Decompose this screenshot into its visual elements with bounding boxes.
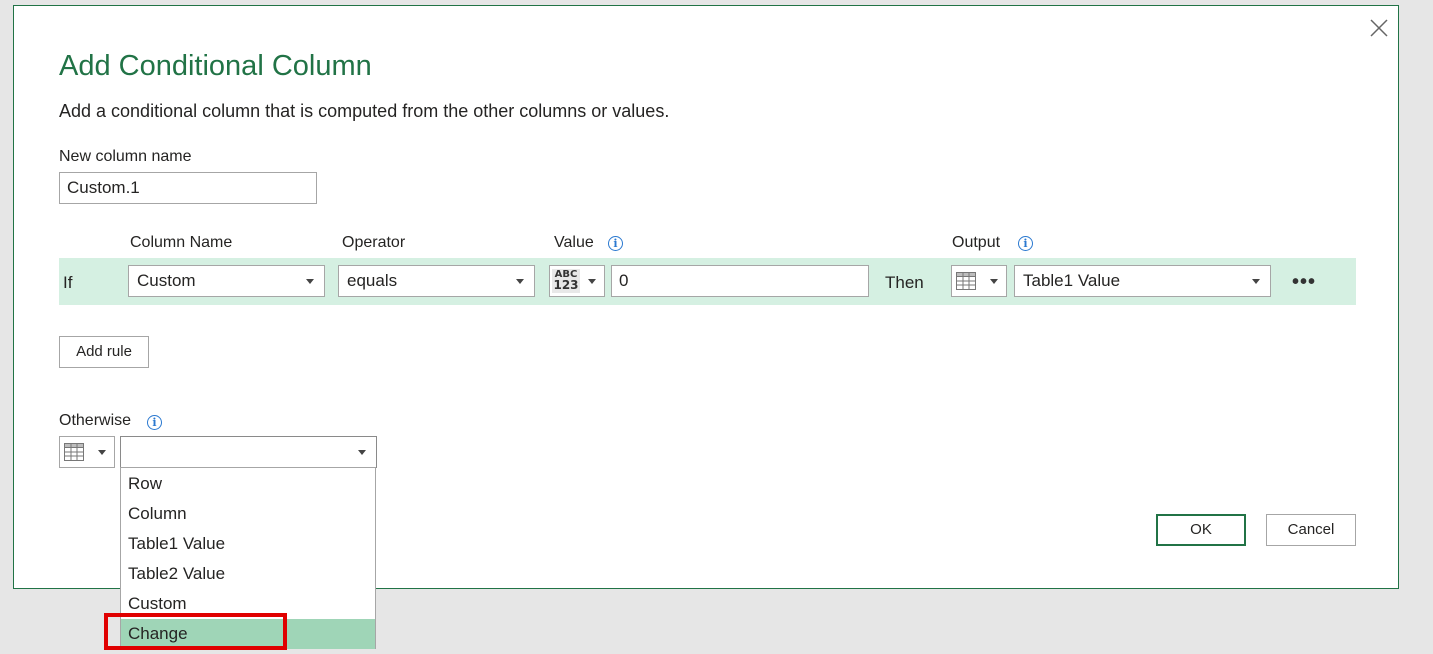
output-type-button[interactable] <box>951 265 1007 297</box>
otherwise-type-button[interactable] <box>59 436 115 468</box>
option-table2-value[interactable]: Table2 Value <box>121 559 375 589</box>
chevron-down-icon <box>98 450 106 455</box>
otherwise-dropdown[interactable] <box>120 436 377 468</box>
new-column-name-label: New column name <box>59 148 192 165</box>
if-label: If <box>63 273 73 292</box>
option-table1-value[interactable]: Table1 Value <box>121 529 375 559</box>
table-icon <box>64 443 84 461</box>
dialog-title: Add Conditional Column <box>59 50 372 82</box>
column-name-value: Custom <box>137 271 196 290</box>
output-dropdown[interactable]: Table1 Value <box>1014 265 1271 297</box>
option-column[interactable]: Column <box>121 499 375 529</box>
chevron-down-icon <box>588 279 596 284</box>
column-name-dropdown[interactable]: Custom <box>128 265 325 297</box>
chevron-down-icon <box>306 279 314 284</box>
new-column-name-input[interactable]: Custom.1 <box>59 172 317 204</box>
chevron-down-icon <box>358 450 366 455</box>
otherwise-label: Otherwise <box>59 412 132 429</box>
value-header: Value <box>554 234 594 251</box>
operator-value: equals <box>347 271 398 290</box>
output-value: Table1 Value <box>1023 271 1121 290</box>
abc-123-icon: ABC 123 <box>552 269 580 293</box>
more-options-icon[interactable]: ••• <box>1292 272 1316 292</box>
value-info-icon[interactable]: i <box>608 236 623 251</box>
output-info-icon[interactable]: i <box>1018 236 1033 251</box>
chevron-down-icon <box>1252 279 1260 284</box>
abc-icon-bottom: 123 <box>553 278 579 292</box>
otherwise-info-icon[interactable]: i <box>147 415 162 430</box>
option-row[interactable]: Row <box>121 469 375 499</box>
chevron-down-icon <box>990 279 998 284</box>
column-name-header: Column Name <box>130 234 233 251</box>
operator-header: Operator <box>342 234 406 251</box>
rule-row: If Custom equals ABC 123 0 Then Table1 V… <box>59 258 1356 305</box>
output-header: Output <box>952 234 1001 251</box>
ok-button[interactable]: OK <box>1156 514 1246 546</box>
close-icon[interactable] <box>1367 16 1391 40</box>
dialog-subtitle: Add a conditional column that is compute… <box>59 101 670 121</box>
chevron-down-icon <box>516 279 524 284</box>
highlight-annotation <box>104 613 287 650</box>
operator-dropdown[interactable]: equals <box>338 265 535 297</box>
value-type-button[interactable]: ABC 123 <box>549 265 605 297</box>
value-input[interactable]: 0 <box>611 265 869 297</box>
table-icon <box>956 272 976 290</box>
add-rule-button[interactable]: Add rule <box>59 336 149 368</box>
then-label: Then <box>885 273 924 292</box>
cancel-button[interactable]: Cancel <box>1266 514 1356 546</box>
